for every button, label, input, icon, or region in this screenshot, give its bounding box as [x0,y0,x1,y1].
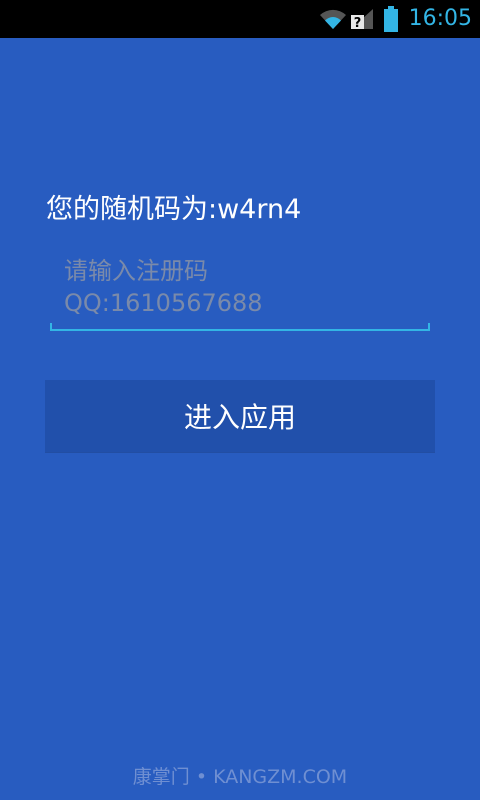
watermark-text: 康掌门 • KANGZM.COM [132,766,348,788]
status-bar: ? 16:05 [0,0,480,38]
registration-code-input[interactable]: 请输入注册码 QQ:1610567688 [50,255,430,331]
wifi-icon [319,9,346,29]
random-code-label: 您的随机码为:w4rn4 [46,194,302,225]
enter-app-button[interactable]: 进入应用 [45,380,435,452]
input-underline [50,323,430,331]
status-clock: 16:05 [408,6,472,31]
status-icons: ? 16:05 [319,0,472,38]
signal-unknown-icon: ? [350,9,373,31]
registration-code-placeholder: 请输入注册码 QQ:1610567688 [64,257,263,317]
battery-icon [383,6,398,32]
svg-text:?: ? [353,16,361,31]
